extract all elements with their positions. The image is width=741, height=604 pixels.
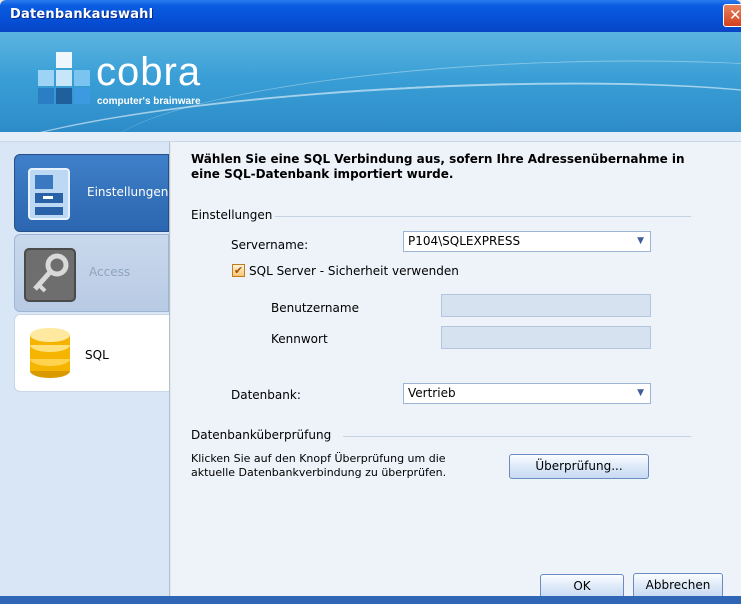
check-description-line2: aktuelle Datenbankverbindung zu überprüf… <box>191 466 447 479</box>
servername-combo[interactable]: P104\SQLEXPRESS ▼ <box>403 231 651 252</box>
password-field[interactable] <box>441 326 651 349</box>
cancel-button[interactable]: Abbrechen <box>633 573 723 598</box>
settings-cabinet-icon <box>28 168 70 220</box>
database-value: Vertrieb <box>408 386 456 400</box>
username-field[interactable] <box>441 294 651 317</box>
brand-banner: cobra computer's brainware <box>0 32 741 132</box>
key-icon <box>24 248 76 302</box>
database-combo[interactable]: Vertrieb ▼ <box>403 383 651 404</box>
dialog-window: Datenbankauswahl ✕ cobra computer's brai… <box>0 0 741 604</box>
servername-label: Servername: <box>231 238 309 252</box>
check-description-line1: Klicken Sie auf den Knopf Überprüfung um… <box>191 452 446 465</box>
sidebar-item-sql[interactable]: SQL <box>14 314 169 392</box>
sidebar-item-access[interactable]: Access <box>14 234 169 312</box>
sidebar-item-einstellungen[interactable]: Einstellungen <box>14 154 169 232</box>
sidebar-item-label: Einstellungen <box>87 185 169 199</box>
cobra-logo-icon <box>38 52 90 104</box>
window-title: Datenbankauswahl <box>10 7 154 22</box>
title-bar[interactable]: Datenbankauswahl ✕ <box>0 0 741 32</box>
check-group-label: Datenbanküberprüfung <box>191 428 332 442</box>
sidebar-item-label: SQL <box>85 348 109 362</box>
database-label: Datenbank: <box>231 388 301 402</box>
brand-name: cobra <box>96 50 202 94</box>
brand-tagline: computer's brainware <box>97 96 201 107</box>
username-label: Benutzername <box>271 301 359 315</box>
close-button[interactable]: ✕ <box>723 4 741 27</box>
intro-text: Wählen Sie eine SQL Verbindung aus, sofe… <box>191 152 685 181</box>
close-icon: ✕ <box>729 6 741 24</box>
check-connection-button[interactable]: Überprüfung... <box>509 454 649 479</box>
sql-security-checkbox[interactable]: ✔ <box>232 264 245 277</box>
chevron-down-icon[interactable]: ▼ <box>637 388 644 398</box>
settings-group-label: Einstellungen <box>191 208 273 222</box>
password-label: Kennwort <box>271 332 328 346</box>
main-panel: Wählen Sie eine SQL Verbindung aus, sofe… <box>171 142 741 599</box>
chevron-down-icon[interactable]: ▼ <box>637 236 644 246</box>
sql-security-label: SQL Server - Sicherheit verwenden <box>249 264 459 278</box>
sidebar-item-label: Access <box>89 265 131 279</box>
servername-value: P104\SQLEXPRESS <box>408 234 521 248</box>
database-icon <box>30 328 70 378</box>
sidebar: Einstellungen Access SQL <box>0 142 170 597</box>
